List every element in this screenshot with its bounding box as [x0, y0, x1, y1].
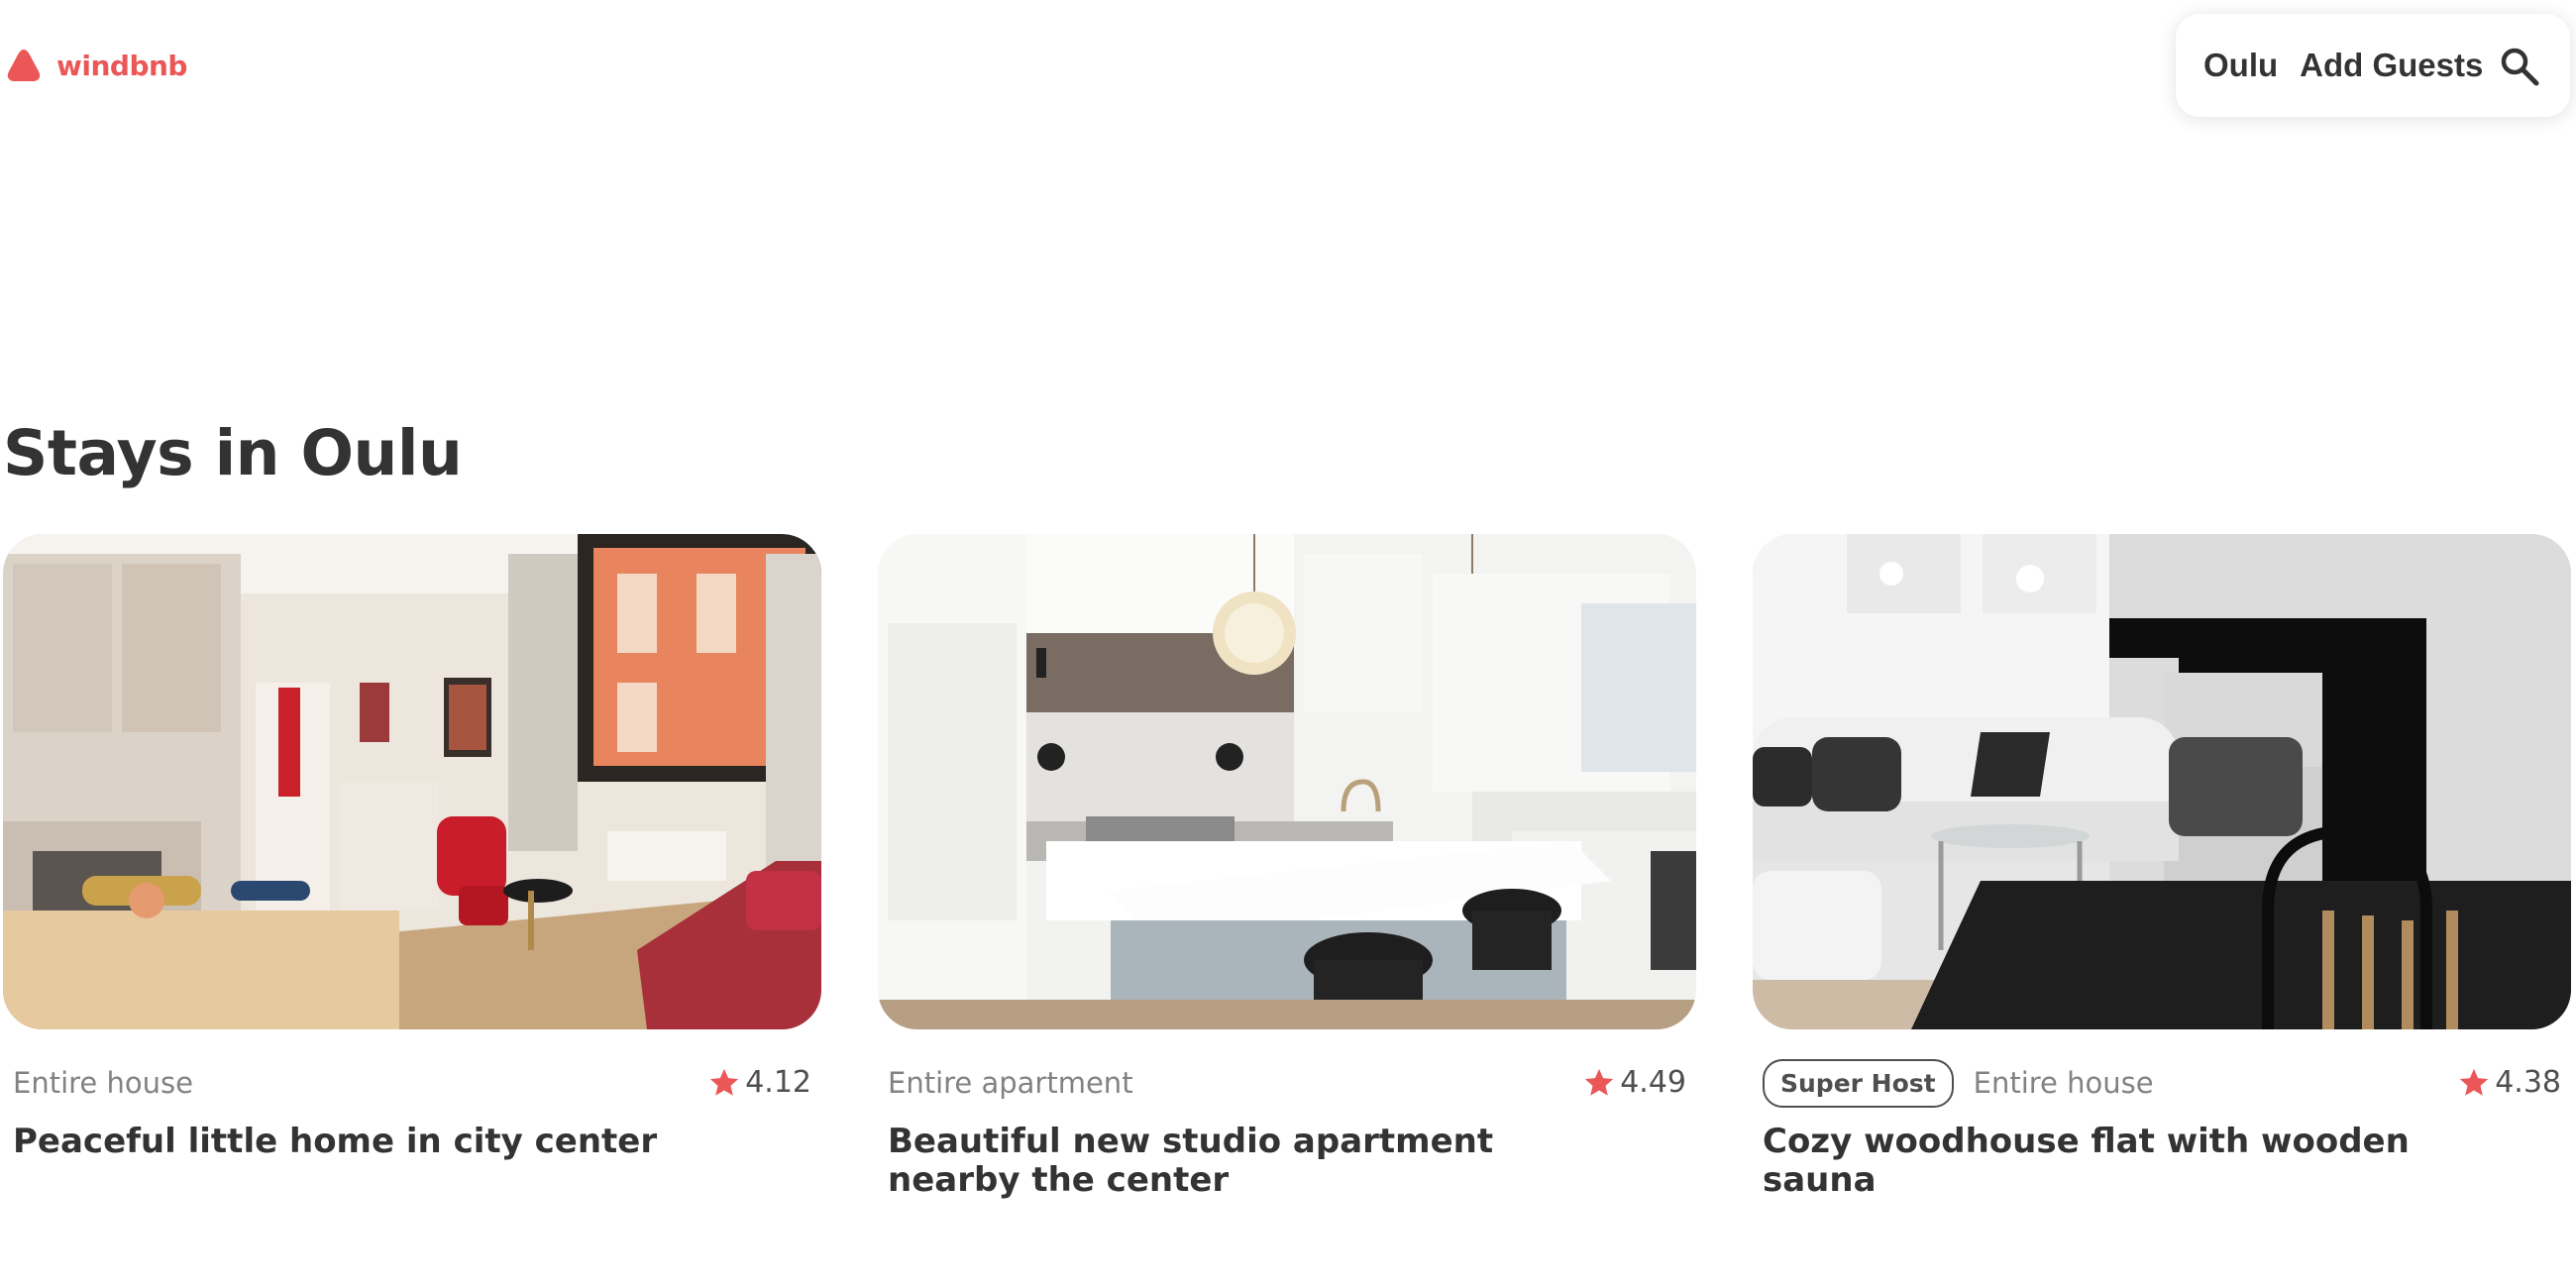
stay-rating: 4.38 — [2457, 1065, 2561, 1100]
guests-filter[interactable]: Add Guests — [2300, 47, 2483, 84]
stay-title[interactable]: Cozy woodhouse flat with wooden sauna — [1753, 1123, 2571, 1200]
location-filter[interactable]: Oulu — [2203, 47, 2278, 84]
star-icon — [710, 1068, 739, 1096]
stay-card[interactable]: Super Host Entire house 4.38 Cozy woodho… — [1753, 534, 2571, 1200]
stay-rating: 4.49 — [1582, 1065, 1686, 1100]
stay-card[interactable]: Entire house 4.12 Peaceful little home i… — [3, 534, 821, 1161]
rating-value: 4.49 — [1620, 1065, 1686, 1100]
stay-photo[interactable] — [878, 534, 1696, 1029]
stay-title[interactable]: Peaceful little home in city center — [3, 1123, 821, 1161]
stay-title[interactable]: Beautiful new studio apartment nearby th… — [878, 1123, 1696, 1200]
page-title: Stays in Oulu — [3, 417, 463, 489]
star-icon — [2460, 1068, 2489, 1096]
stay-type: Entire house — [1973, 1066, 2154, 1100]
logo-icon — [7, 50, 41, 81]
stay-rating: 4.12 — [707, 1065, 811, 1100]
stay-meta: Super Host Entire house 4.38 — [1753, 1058, 2571, 1108]
search-bar[interactable]: Oulu Add Guests — [2176, 14, 2570, 117]
stay-photo[interactable] — [3, 534, 821, 1029]
superhost-badge: Super Host — [1763, 1058, 1954, 1108]
stay-type: Entire apartment — [888, 1066, 1133, 1100]
search-button[interactable] — [2499, 46, 2540, 87]
stay-photo[interactable] — [1753, 534, 2571, 1029]
windbnb-logo[interactable]: windbnb — [5, 48, 187, 83]
stay-type: Entire house — [13, 1066, 193, 1100]
stay-meta: Entire house 4.12 — [3, 1059, 821, 1107]
logo-text: windbnb — [56, 49, 187, 82]
rating-value: 4.12 — [745, 1065, 811, 1100]
stay-card[interactable]: Entire apartment 4.49 Beautiful new stud… — [878, 534, 1696, 1200]
stay-meta: Entire apartment 4.49 — [878, 1059, 1696, 1107]
search-icon — [2501, 48, 2539, 86]
star-icon — [1585, 1068, 1614, 1096]
rating-value: 4.38 — [2495, 1065, 2561, 1100]
